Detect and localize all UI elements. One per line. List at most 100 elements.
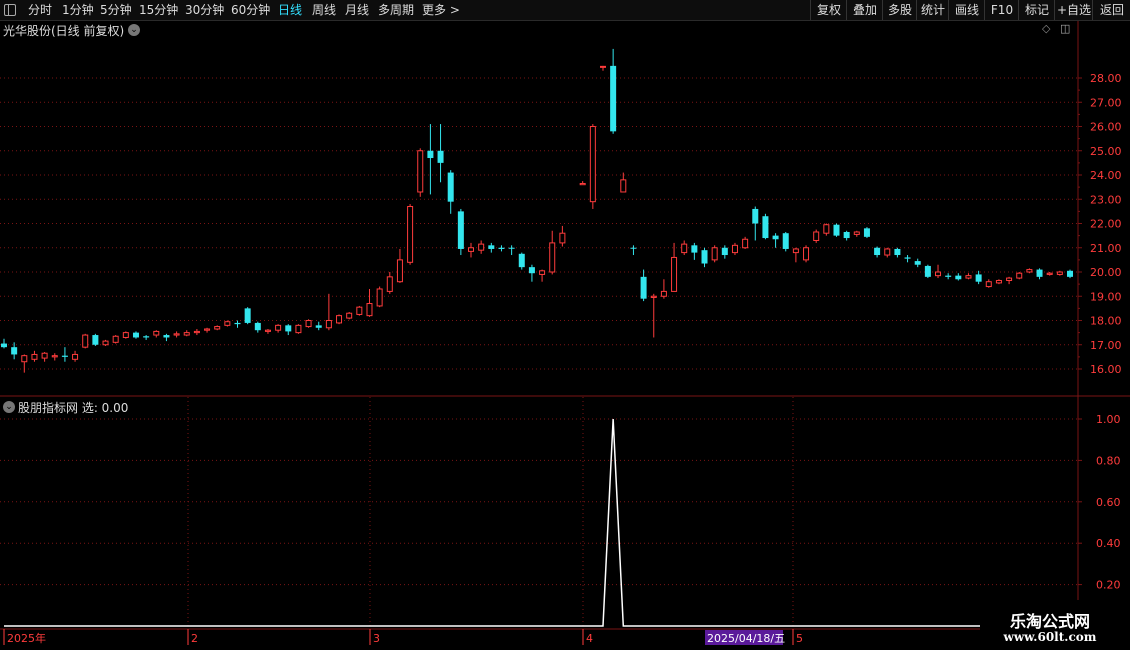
candle-body-down (924, 265, 931, 277)
price-axis-label: 16.00 (1090, 363, 1122, 376)
candle-body-down (437, 150, 444, 163)
candle-body-up (985, 281, 992, 288)
candle-body-up (21, 355, 28, 363)
kline-chart-canvas[interactable]: 28.0027.0026.0025.0024.0023.0022.0021.00… (0, 0, 1130, 650)
window-toggle-icon[interactable] (4, 4, 16, 16)
price-axis-label: 20.00 (1090, 266, 1122, 279)
candle-body-up (599, 65, 606, 68)
candle-body-up (711, 247, 718, 261)
candle-body-up (325, 320, 332, 329)
add-watchlist-button[interactable]: +自选 (1054, 0, 1093, 20)
candle-body-up (589, 126, 596, 203)
candle-body-up (792, 248, 799, 254)
candle-body-down (92, 335, 99, 345)
logo-url: www.60lt.com (1003, 630, 1097, 644)
candle-body-down (254, 322, 261, 331)
f10-button[interactable]: F10 (984, 0, 1019, 20)
candle-body-down (782, 233, 789, 249)
candle-body-down (762, 216, 769, 239)
candle-body-down (1036, 269, 1043, 277)
candle-body-down (752, 208, 759, 224)
candle-body-down (508, 247, 515, 249)
candle-body-up (671, 256, 678, 292)
statistics-button[interactable]: 统计 (916, 0, 949, 20)
chevron-down-icon[interactable]: ⌄ (128, 24, 140, 36)
candle-body-up (82, 334, 89, 348)
candle-body-up (407, 206, 414, 263)
mark-button[interactable]: 标记 (1018, 0, 1055, 20)
tab-multi-period[interactable]: 多周期 (378, 0, 414, 20)
candle-body-down (163, 335, 170, 338)
candle-body-up (386, 276, 393, 292)
candle-body-down (488, 245, 495, 249)
candle-body-down (447, 172, 454, 202)
candle-body-up (1006, 277, 1013, 281)
candle-body-down (874, 247, 881, 256)
candle-body-down (315, 325, 322, 328)
candle-body-up (1056, 271, 1063, 275)
candle-body-up (559, 232, 566, 244)
tab-fenshi[interactable]: 分时 (28, 0, 52, 20)
candle-body-up (1046, 272, 1053, 275)
candle-body-up (396, 259, 403, 283)
tab-30min[interactable]: 30分钟 (185, 0, 224, 20)
candle-body-down (894, 248, 901, 256)
candle-body-up (72, 353, 79, 360)
price-axis-label: 27.00 (1090, 96, 1122, 109)
candle-body-down (975, 274, 982, 282)
date-axis-label: 4 (586, 632, 593, 645)
candle-body-down (132, 332, 139, 338)
restore-rights-button[interactable]: 复权 (810, 0, 847, 20)
candle-body-up (275, 324, 282, 331)
price-axis-label: 22.00 (1090, 218, 1122, 231)
tab-monthly[interactable]: 月线 (345, 0, 369, 20)
period-toolbar: 分时 1分钟 5分钟 15分钟 30分钟 60分钟 日线 周线 月线 多周期 更… (0, 0, 1130, 21)
candle-body-down (1, 343, 7, 348)
more-menu-button[interactable]: 更多 > (422, 0, 460, 20)
price-axis-label: 26.00 (1090, 121, 1122, 134)
candle-body-down (285, 325, 292, 332)
tab-daily[interactable]: 日线 (278, 0, 302, 20)
candle-body-down (701, 250, 708, 264)
multi-stock-button[interactable]: 多股 (882, 0, 917, 20)
candle-body-down (610, 65, 617, 132)
draw-line-button[interactable]: 画线 (948, 0, 985, 20)
candle-body-down (640, 276, 647, 299)
candle-body-up (224, 321, 231, 326)
date-axis-label: 5 (796, 632, 803, 645)
panel-toggle-icon[interactable]: ◫ (1060, 22, 1070, 35)
candle-body-up (356, 306, 363, 315)
back-button[interactable]: 返回 (1092, 0, 1130, 20)
tab-weekly[interactable]: 周线 (312, 0, 336, 20)
candle-body-down (518, 253, 525, 268)
date-axis-label: 2025年 (7, 631, 46, 645)
watermark-logo: 乐淘公式网 www.60lt.com (980, 600, 1130, 650)
tab-60min[interactable]: 60分钟 (231, 0, 270, 20)
candle-body-up (660, 290, 667, 297)
candle-body-down (955, 275, 962, 280)
candle-body-up (102, 340, 109, 346)
candle-body-down (61, 355, 68, 357)
candle-body-up (153, 330, 160, 336)
candle-body-down (833, 224, 840, 236)
candle-body-up (112, 335, 119, 343)
tab-1min[interactable]: 1分钟 (62, 0, 94, 20)
overlay-button[interactable]: 叠加 (846, 0, 883, 20)
indicator-collapse-icon[interactable]: ⌄ (3, 401, 15, 413)
candle-body-up (681, 243, 688, 254)
candle-body-up (193, 330, 200, 334)
diamond-icon[interactable]: ◇ (1042, 22, 1050, 35)
candle-body-up (41, 352, 48, 359)
candle-body-down (457, 211, 464, 249)
tab-5min[interactable]: 5分钟 (100, 0, 132, 20)
candle-body-down (863, 228, 870, 237)
indicator-axis-label: 0.20 (1096, 579, 1121, 592)
candle-body-down (244, 308, 251, 323)
candle-body-up (935, 271, 942, 277)
candle-body-down (143, 336, 150, 338)
stock-title: 光华股份(日线 前复权) (3, 24, 125, 38)
candle-body-up (813, 231, 820, 241)
candle-body-up (366, 303, 373, 317)
tab-15min[interactable]: 15分钟 (139, 0, 178, 20)
candle-body-up (549, 242, 556, 273)
